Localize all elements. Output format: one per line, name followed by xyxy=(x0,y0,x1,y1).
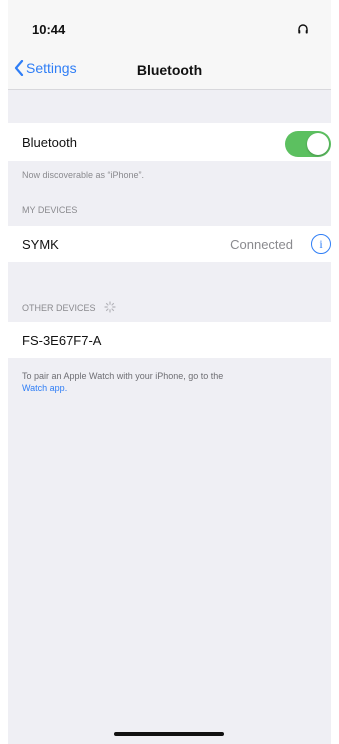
bluetooth-label: Bluetooth xyxy=(22,134,77,150)
device-row-fs-3e67f7-a[interactable]: FS-3E67F7-A xyxy=(8,322,331,358)
status-time: 10:44 xyxy=(32,22,66,37)
discoverable-caption: Now discoverable as “iPhone”. xyxy=(22,170,145,180)
spinner-icon xyxy=(104,301,116,313)
other-devices-header-wrap: OTHER DEVICES xyxy=(22,301,116,313)
page-title: Bluetooth xyxy=(136,62,203,78)
device-name: FS-3E67F7-A xyxy=(22,332,102,348)
bluetooth-toggle-row: Bluetooth xyxy=(8,123,331,161)
other-devices-header: OTHER DEVICES xyxy=(22,303,96,313)
bluetooth-toggle[interactable] xyxy=(285,131,331,157)
toggle-knob xyxy=(307,133,329,155)
bluetooth-settings-screen: 10:44 Settings Bluetooth Bluetooth Now d… xyxy=(8,0,331,744)
my-devices-header: MY DEVICES xyxy=(22,205,78,215)
footnote-text: To pair an Apple Watch with your iPhone,… xyxy=(22,371,224,381)
apple-watch-footnote: To pair an Apple Watch with your iPhone,… xyxy=(22,370,322,394)
device-name: SYMK xyxy=(22,236,59,252)
info-icon[interactable]: i xyxy=(311,234,331,254)
watch-app-link[interactable]: Watch app. xyxy=(22,383,67,393)
headphones-icon xyxy=(297,22,309,34)
navigation-bar: Settings Bluetooth xyxy=(8,50,331,90)
device-row-symk[interactable]: SYMK Connected i xyxy=(8,226,331,262)
status-bar: 10:44 xyxy=(8,0,331,50)
device-status: Connected xyxy=(230,236,293,252)
home-indicator[interactable] xyxy=(114,732,224,736)
